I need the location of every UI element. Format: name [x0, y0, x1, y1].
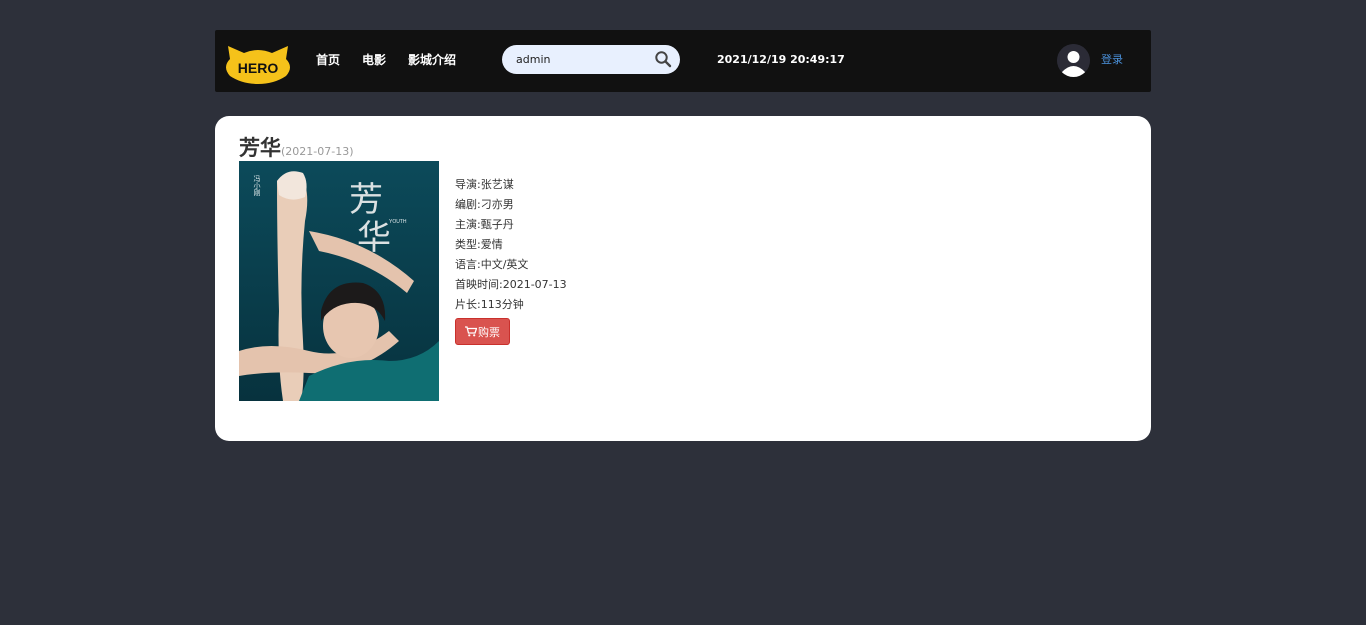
nav-home[interactable]: 首页: [316, 53, 340, 67]
movie-genre: 类型:爱情: [455, 238, 503, 251]
svg-text:YOUTH: YOUTH: [389, 219, 407, 225]
svg-text:冯小刚: 冯小刚: [253, 175, 261, 197]
search-box: [502, 45, 680, 74]
search-icon[interactable]: [654, 50, 672, 68]
movie-cast: 主演:甄子丹: [455, 218, 514, 231]
movie-director: 导演:张艺谋: [455, 178, 514, 191]
nav-cinema-intro[interactable]: 影城介绍: [408, 53, 456, 67]
nav-movie[interactable]: 电影: [362, 53, 386, 67]
user-avatar-icon: [1057, 44, 1090, 77]
hero-logo[interactable]: HERO: [222, 42, 294, 84]
movie-release-time: 首映时间:2021-07-13: [455, 278, 567, 291]
movie-title-row: 芳华(2021-07-13): [239, 134, 354, 162]
movie-info: 导演:张艺谋 编剧:刁亦男 主演:甄子丹 类型:爱情 语言:中文/英文 首映时间…: [455, 175, 567, 345]
top-navbar: HERO 首页 电影 影城介绍 2021/12/19 20:49:17 登录: [215, 30, 1151, 92]
movie-title: 芳华: [239, 136, 281, 160]
svg-text:华: 华: [357, 218, 391, 258]
svg-text:芳: 芳: [349, 180, 383, 220]
buy-ticket-button[interactable]: 购票: [455, 318, 510, 345]
movie-poster-image: 芳 华 YOUTH 冯小刚: [239, 161, 439, 401]
movie-poster[interactable]: 芳 华 YOUTH 冯小刚: [239, 161, 439, 401]
movie-language: 语言:中文/英文: [455, 258, 529, 271]
svg-text:HERO: HERO: [238, 60, 279, 76]
movie-writer: 编剧:刁亦男: [455, 198, 514, 211]
current-datetime: 2021/12/19 20:49:17: [717, 53, 845, 66]
shopping-cart-icon: [465, 326, 477, 337]
user-avatar[interactable]: [1057, 44, 1090, 77]
login-link[interactable]: 登录: [1101, 53, 1123, 67]
movie-release-date: (2021-07-13): [281, 145, 354, 158]
buy-ticket-label: 购票: [478, 326, 500, 339]
search-input[interactable]: [516, 51, 646, 67]
movie-detail-card: 芳华(2021-07-13) 芳 华 YOUTH 冯小刚 导演:张艺谋 编剧:刁…: [215, 116, 1151, 441]
movie-duration: 片长:113分钟: [455, 298, 524, 311]
